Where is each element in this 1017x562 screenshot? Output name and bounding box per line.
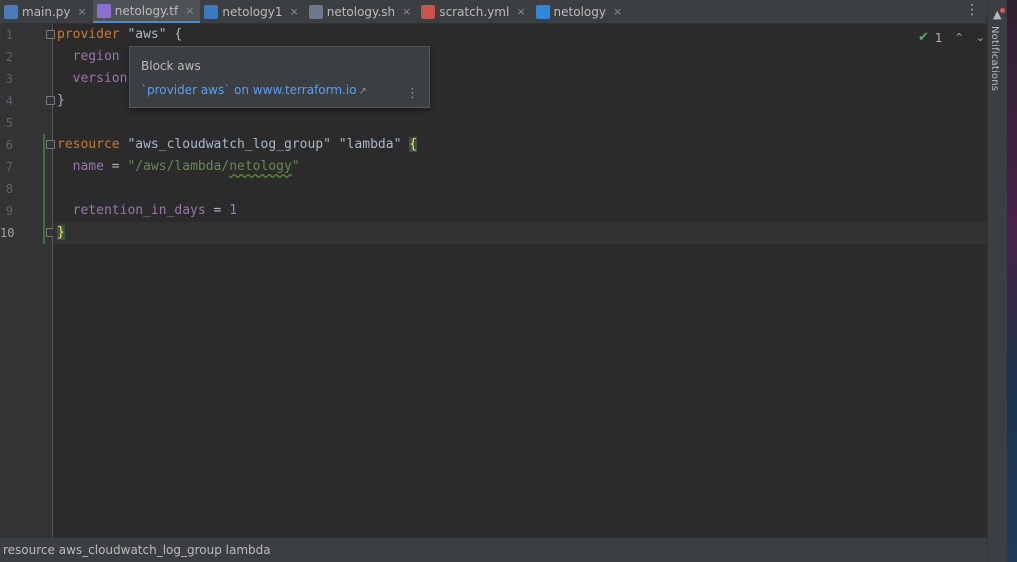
line-number: 4 xyxy=(5,94,13,108)
breadcrumb[interactable]: resource aws_cloudwatch_log_group lambda xyxy=(3,543,271,557)
chevron-up-icon[interactable]: ⌃ xyxy=(955,31,964,44)
line-number: 6 xyxy=(5,138,13,152)
more-options-icon[interactable]: ⋮ xyxy=(406,87,419,100)
line-number: 5 xyxy=(5,116,13,130)
tab-label: netology.sh xyxy=(326,4,396,19)
tab-label: main.py xyxy=(22,4,71,19)
code-line-2: region xyxy=(72,49,120,64)
close-icon[interactable]: × xyxy=(78,5,87,18)
terraform-file-icon xyxy=(96,3,111,18)
check-icon: ✔ xyxy=(918,30,929,45)
yaml-file-icon xyxy=(421,4,436,19)
close-icon[interactable]: × xyxy=(613,5,622,18)
line-number-current: 10 xyxy=(0,226,15,240)
desktop-edge xyxy=(1007,0,1017,562)
code-line-1: provider "aws" { xyxy=(57,27,183,42)
close-icon[interactable]: × xyxy=(402,5,411,18)
popup-title: Block aws xyxy=(141,59,201,73)
tab-netology-sh[interactable]: netology.sh × xyxy=(305,0,418,23)
shell-script-icon xyxy=(308,4,323,19)
tab-label: netology1 xyxy=(222,4,283,19)
tab-netology1[interactable]: netology1 × xyxy=(200,0,304,23)
tab-overflow-menu-icon[interactable]: ⋮ xyxy=(965,2,979,18)
tab-netology-tf[interactable]: netology.tf × xyxy=(92,0,201,23)
code-line-3: version xyxy=(72,71,128,86)
code-line-7: name = "/aws/lambda/netology" xyxy=(72,159,300,174)
markdown-file-icon xyxy=(204,4,219,19)
tab-scratch-yml[interactable]: scratch.yml × xyxy=(417,0,531,23)
tab-netology-docker[interactable]: netology × xyxy=(532,0,629,23)
close-icon[interactable]: × xyxy=(516,5,525,18)
line-number: 8 xyxy=(5,182,13,196)
vcs-change-marker[interactable] xyxy=(43,134,45,244)
code-line-10: } xyxy=(57,225,65,240)
code-line-4: } xyxy=(57,93,65,108)
line-number: 1 xyxy=(5,28,13,42)
status-bar: resource aws_cloudwatch_log_group lambda xyxy=(0,537,987,562)
line-number: 2 xyxy=(5,50,13,64)
tab-label: scratch.yml xyxy=(439,4,510,19)
right-tool-strip: ▲ Notifications xyxy=(987,0,1008,562)
tab-label: netology.tf xyxy=(114,3,179,18)
notifications-tool-button[interactable]: Notifications xyxy=(989,26,1000,91)
code-line-9: retention_in_days = 1 xyxy=(72,203,238,218)
inspection-widget[interactable]: ✔ 1 ⌃ ⌄ xyxy=(918,30,985,45)
documentation-popup: Block aws `provider aws` on www.terrafor… xyxy=(129,46,430,108)
current-line-highlight xyxy=(53,222,987,244)
line-number: 3 xyxy=(5,72,13,86)
editor-tab-bar: main.py × netology.tf × netology1 × neto… xyxy=(0,0,987,24)
tab-label: netology xyxy=(553,4,606,19)
tab-main-py[interactable]: main.py × xyxy=(0,0,93,23)
close-icon[interactable]: × xyxy=(185,4,194,17)
code-line-6: resource "aws_cloudwatch_log_group" "lam… xyxy=(57,137,418,152)
notification-badge xyxy=(1000,8,1005,13)
line-number: 7 xyxy=(5,160,13,174)
line-gutter: 1 2 3 4 5 6 7 8 9 10 xyxy=(0,24,55,537)
docs-link[interactable]: `provider aws` on www.terraform.io ↗ xyxy=(141,83,367,97)
external-link-icon: ↗ xyxy=(358,86,367,97)
line-number: 9 xyxy=(5,204,13,218)
chevron-down-icon[interactable]: ⌄ xyxy=(976,31,985,44)
docker-file-icon xyxy=(535,4,550,19)
spelling-warning[interactable]: netology xyxy=(229,159,292,174)
inspection-count: 1 xyxy=(934,30,943,45)
python-file-icon xyxy=(4,4,18,19)
close-icon[interactable]: × xyxy=(290,5,299,18)
